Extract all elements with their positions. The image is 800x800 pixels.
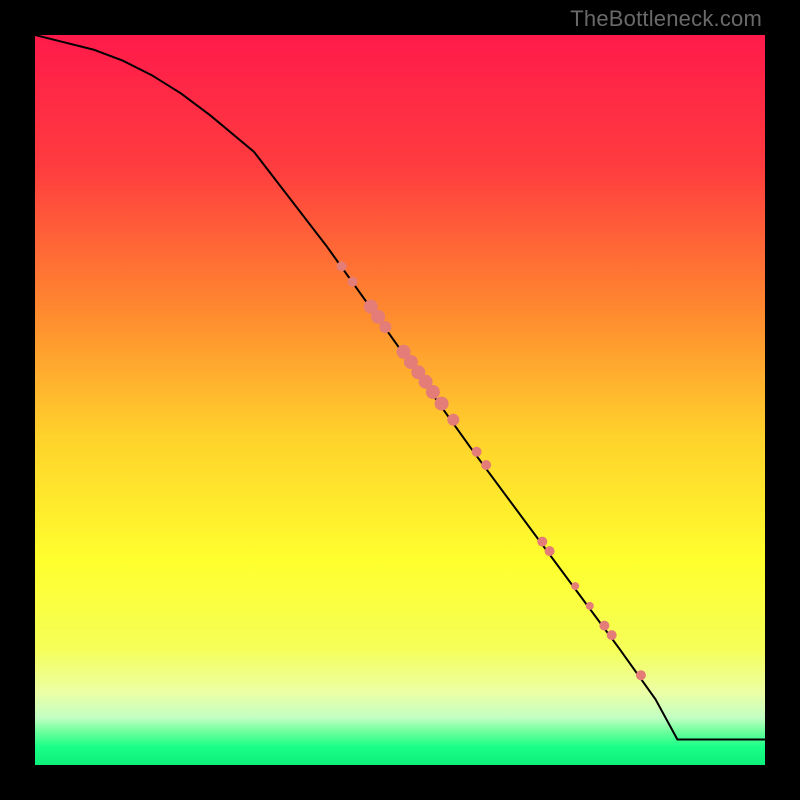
chart-frame: TheBottleneck.com	[0, 0, 800, 800]
chart-svg	[35, 35, 765, 765]
data-marker	[379, 321, 391, 333]
data-marker	[545, 546, 555, 556]
data-marker	[537, 537, 547, 547]
data-marker	[435, 397, 449, 411]
data-marker	[586, 602, 594, 610]
data-marker	[481, 460, 491, 470]
data-marker	[636, 670, 646, 680]
watermark-text: TheBottleneck.com	[570, 6, 762, 32]
data-markers	[337, 261, 646, 680]
data-marker	[447, 414, 459, 426]
plot-area	[35, 35, 765, 765]
data-marker	[348, 277, 358, 287]
data-marker	[472, 447, 482, 457]
data-marker	[607, 630, 617, 640]
data-marker	[571, 582, 579, 590]
data-marker	[426, 385, 440, 399]
curve-line	[35, 35, 765, 740]
data-marker	[337, 261, 347, 271]
data-marker	[599, 621, 609, 631]
